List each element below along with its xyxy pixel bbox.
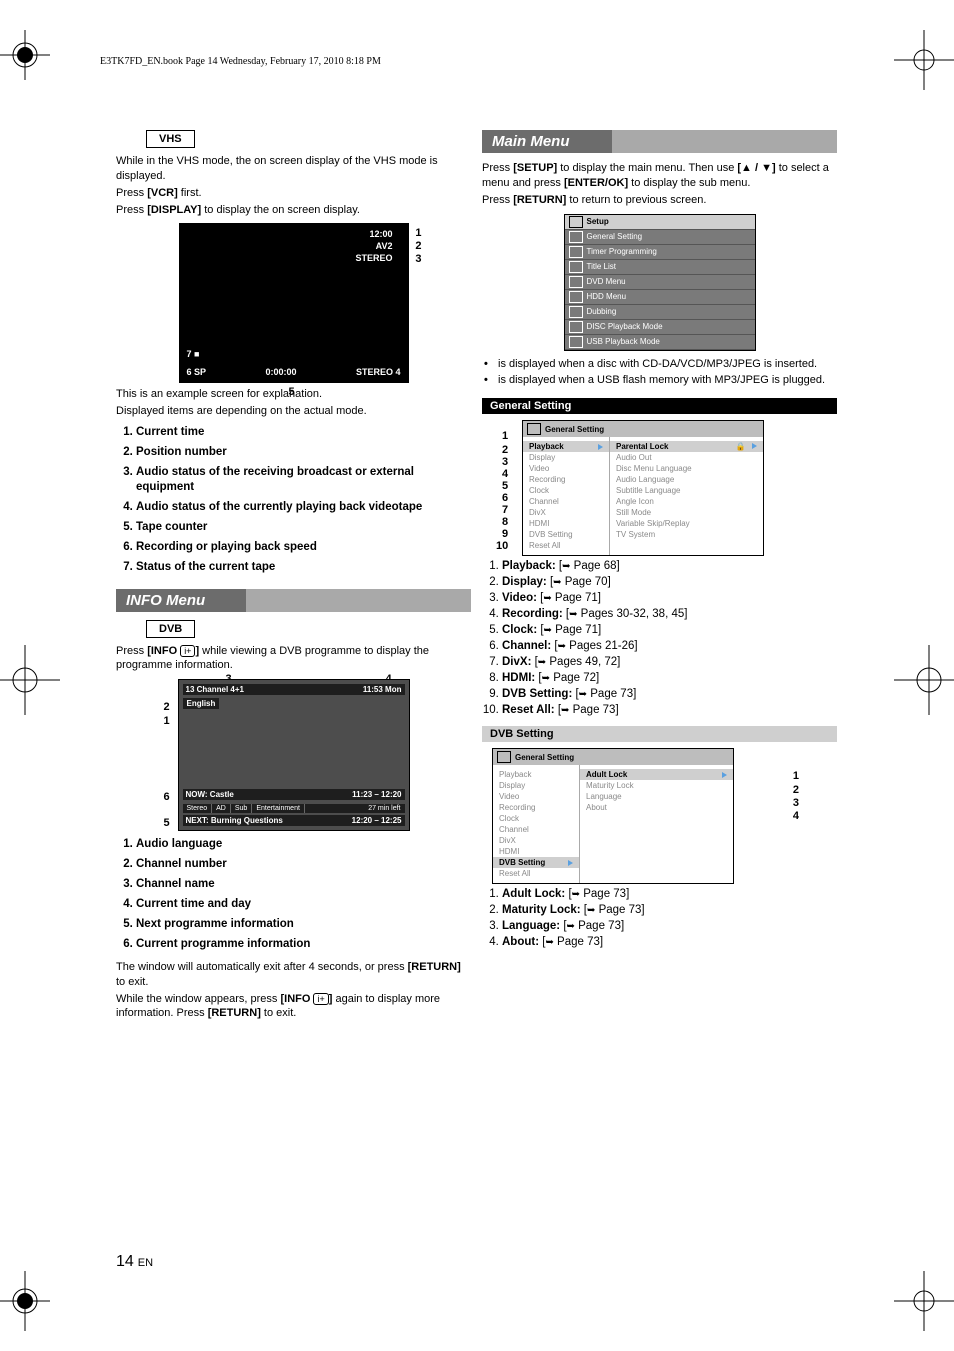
dvb-setting-panel: General Setting PlaybackDisplay VideoRec… <box>492 748 734 884</box>
vhs-caption-2: Displayed items are depending on the act… <box>116 404 471 419</box>
callout-d6: 6 <box>164 791 170 803</box>
dvb-refs: Adult Lock: [➥ Page 73] Maturity Lock: [… <box>482 888 837 948</box>
callout-3: 3 <box>415 253 421 265</box>
info-press: Press [INFO i+] while viewing a DVB prog… <box>116 644 471 674</box>
main-p2: Press [RETURN] to return to previous scr… <box>482 193 837 208</box>
vhs-screen: 12:00 AV2 STEREO 7 ■ 6 SP 0:00:00 STEREO… <box>179 223 409 383</box>
vhs-press-vcr: Press [VCR] first. <box>116 186 471 201</box>
general-setting-panel: General Setting Playback DisplayVideo Re… <box>522 420 764 556</box>
info-menu-heading: INFO Menu <box>116 589 471 612</box>
info-definitions: Audio language Channel number Channel na… <box>116 837 471 952</box>
setup-menu: Setup General Setting Timer Programming … <box>564 214 756 351</box>
callout-d1: 1 <box>164 715 170 727</box>
vhs-badge: VHS <box>146 130 195 148</box>
vhs-press-display: Press [DISPLAY] to display the on screen… <box>116 203 471 218</box>
general-setting-heading: General Setting <box>482 398 837 414</box>
dvb-badge: DVB <box>146 620 195 638</box>
vhs-intro: While in the VHS mode, the on screen dis… <box>116 154 471 184</box>
reg-mark-bot-left <box>0 1271 60 1331</box>
reg-mark-left <box>0 645 60 715</box>
callout-2: 2 <box>415 240 421 252</box>
reg-mark-top-left <box>0 30 60 90</box>
main-bullets: is displayed when a disc with CD-DA/VCD/… <box>482 357 837 389</box>
reg-mark-bot-right <box>894 1271 954 1331</box>
general-refs: Playback: [➥ Page 68] Display: [➥ Page 7… <box>482 560 837 716</box>
vhs-definitions: Current time Position number Audio statu… <box>116 425 471 575</box>
info-note-1: The window will automatically exit after… <box>116 960 471 990</box>
reg-mark-top-right <box>894 30 954 90</box>
main-p1: Press [SETUP] to display the main menu. … <box>482 161 837 191</box>
info-note-2: While the window appears, press [INFO i+… <box>116 992 471 1022</box>
book-header: E3TK7FD_EN.book Page 14 Wednesday, Febru… <box>100 56 381 67</box>
callout-5: 5 <box>289 386 295 398</box>
callout-1: 1 <box>415 227 421 239</box>
dvb-setting-heading: DVB Setting <box>482 726 837 742</box>
main-menu-heading: Main Menu <box>482 130 837 153</box>
dvb-info-screen: 13 Channel 4+111:53 Mon English NOW: Cas… <box>178 679 410 831</box>
callout-d5: 5 <box>164 817 170 829</box>
page-number: 14EN <box>116 1253 153 1271</box>
reg-mark-right <box>894 645 954 715</box>
callout-d2: 2 <box>164 701 170 713</box>
